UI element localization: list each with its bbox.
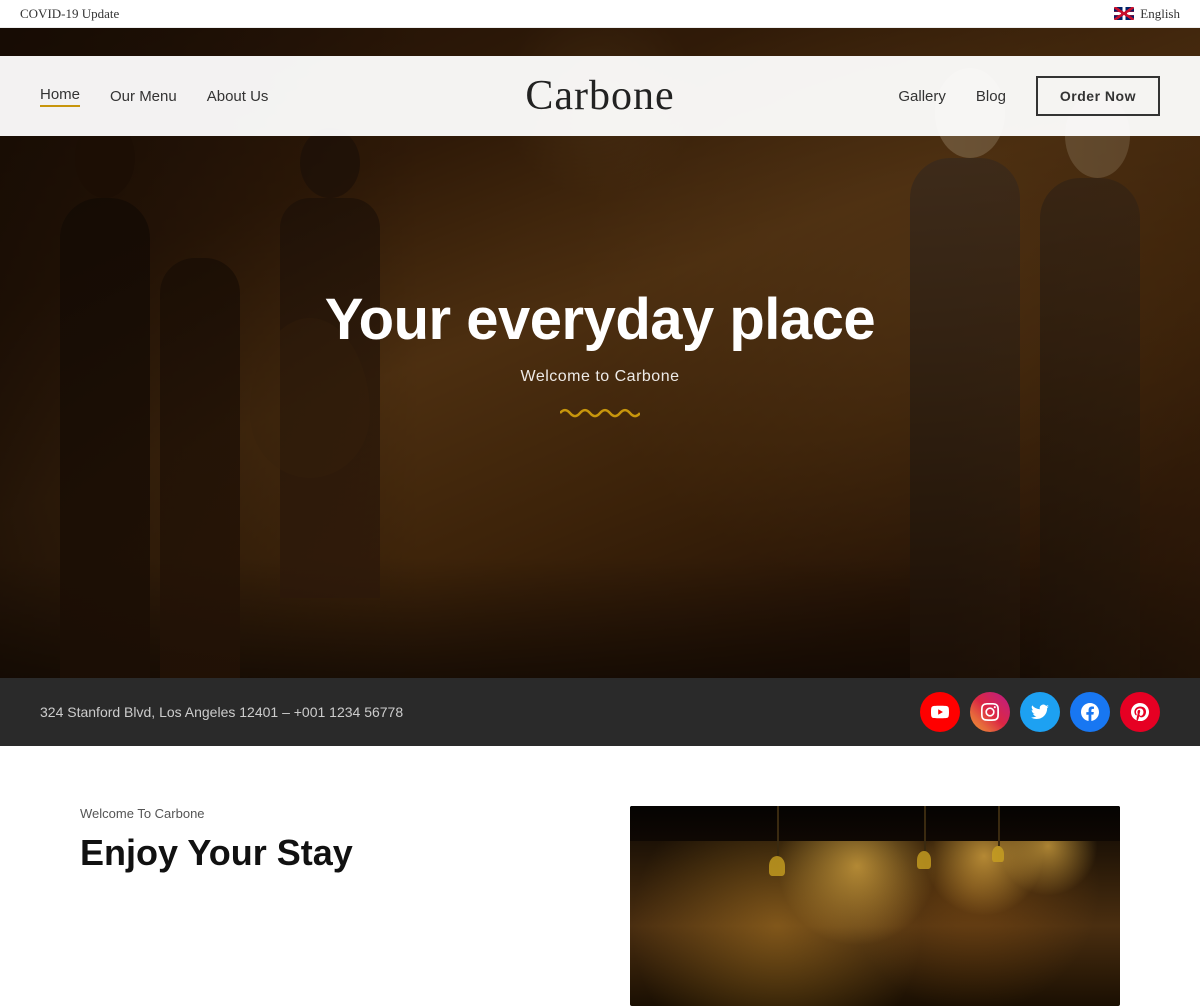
interior-img-bg bbox=[630, 806, 1120, 1006]
nav-home-link[interactable]: Home bbox=[40, 86, 80, 107]
youtube-icon[interactable] bbox=[920, 692, 960, 732]
top-bar: COVID-19 Update English bbox=[0, 0, 1200, 28]
below-fold-section: Welcome To Carbone Enjoy Your Stay bbox=[0, 746, 1200, 1006]
brand-logo[interactable]: Carbone bbox=[525, 72, 674, 120]
language-label: English bbox=[1140, 6, 1180, 22]
covid-update-label[interactable]: COVID-19 Update bbox=[20, 6, 119, 22]
section-heading: Enjoy Your Stay bbox=[80, 831, 570, 874]
facebook-icon[interactable] bbox=[1070, 692, 1110, 732]
order-now-button[interactable]: Order Now bbox=[1036, 76, 1160, 116]
hero-content: Your everyday place Welcome to Carbone bbox=[250, 288, 950, 418]
instagram-icon[interactable] bbox=[970, 692, 1010, 732]
hero-subtitle: Welcome to Carbone bbox=[250, 368, 950, 386]
interior-image bbox=[630, 806, 1120, 1006]
below-fold-text: Welcome To Carbone Enjoy Your Stay bbox=[80, 806, 570, 874]
nav-left-links: Home Our Menu About Us bbox=[40, 86, 268, 107]
nav-gallery-link[interactable]: Gallery bbox=[898, 88, 946, 105]
hero-divider bbox=[250, 406, 950, 418]
flag-icon bbox=[1114, 7, 1134, 20]
wavy-decoration bbox=[560, 406, 640, 418]
twitter-icon[interactable] bbox=[1020, 692, 1060, 732]
social-icons-group bbox=[920, 692, 1160, 732]
nav-menu-link[interactable]: Our Menu bbox=[110, 88, 177, 105]
nav-about-link[interactable]: About Us bbox=[207, 88, 269, 105]
pinterest-icon[interactable] bbox=[1120, 692, 1160, 732]
nav-blog-link[interactable]: Blog bbox=[976, 88, 1006, 105]
section-tag: Welcome To Carbone bbox=[80, 806, 570, 821]
address-text: 324 Stanford Blvd, Los Angeles 12401 – +… bbox=[40, 704, 403, 720]
hero-section: Home Our Menu About Us Carbone Gallery B… bbox=[0, 28, 1200, 678]
nav-right-links: Gallery Blog Order Now bbox=[898, 76, 1160, 116]
main-navbar: Home Our Menu About Us Carbone Gallery B… bbox=[0, 56, 1200, 136]
language-selector[interactable]: English bbox=[1114, 6, 1180, 22]
info-bar: 324 Stanford Blvd, Los Angeles 12401 – +… bbox=[0, 678, 1200, 746]
hero-title: Your everyday place bbox=[250, 288, 950, 352]
